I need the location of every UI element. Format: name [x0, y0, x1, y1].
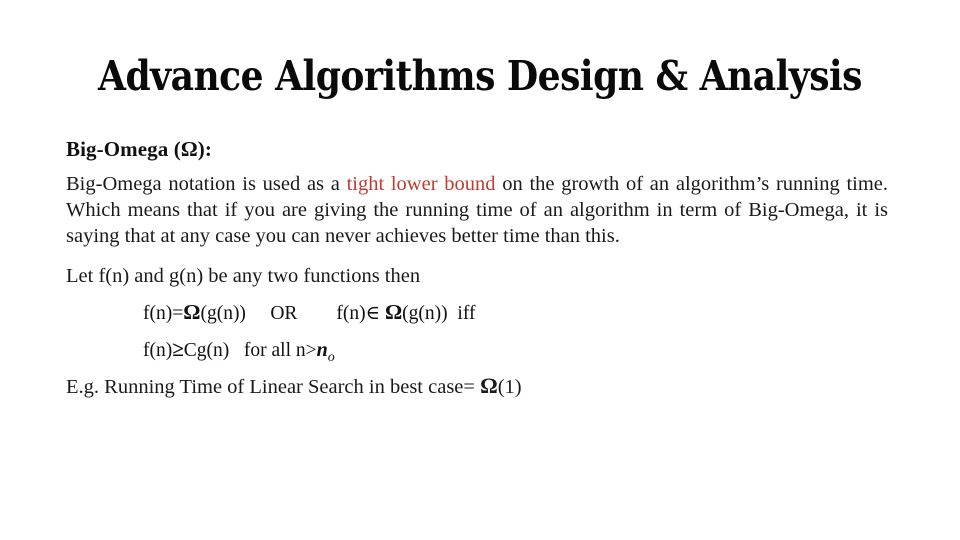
- functions-lead-line: Let f(n) and g(n) be any two functions t…: [66, 265, 421, 287]
- omega-symbol: Ω: [183, 300, 201, 324]
- formula2-mid: Cg(n): [183, 340, 230, 361]
- formula1-spacer-2: [297, 303, 336, 324]
- omega-symbol: Ω: [480, 373, 498, 398]
- formula2-condition: for all n>: [243, 340, 317, 361]
- slide-body: Big-Omega (Ω): Big-Omega notation is use…: [66, 136, 890, 400]
- slide-title: Advance Algorithms Design & Analysis: [98, 52, 862, 100]
- definition-paragraph: Big-Omega notation is used as a tight lo…: [66, 171, 888, 249]
- formula2-lhs: f(n): [143, 340, 173, 361]
- formula1-spacer-1: [246, 303, 270, 324]
- formula1-arg2: (g(n)): [402, 303, 448, 324]
- formula1-spacer-3: [448, 303, 458, 324]
- formula1-arg1: (g(n)): [200, 303, 246, 324]
- formula-inequality-line: f(n)≥Cg(n) for all n>no: [66, 336, 890, 364]
- formula2-spacer: [229, 340, 244, 361]
- formula2-variable-n: n: [316, 339, 328, 361]
- formula1-rhs: f(n)∈: [336, 303, 385, 324]
- formula1-lhs: f(n)=: [143, 303, 184, 324]
- example-argument: (1): [497, 376, 522, 398]
- formula1-connector-or: OR: [270, 303, 298, 324]
- example-text: E.g. Running Time of Linear Search in be…: [66, 376, 481, 398]
- highlighted-phrase-tight-lower-bound: tight lower bound: [346, 173, 496, 195]
- omega-symbol: Ω: [384, 300, 403, 324]
- formula1-suffix-iff: iff: [457, 303, 476, 324]
- section-heading-big-omega: Big-Omega (Ω):: [66, 137, 212, 161]
- formula2-subscript-o: o: [327, 349, 335, 365]
- paragraph-text-part1: Big-Omega notation is used as a: [66, 173, 347, 195]
- greater-equal-symbol: ≥: [172, 337, 184, 361]
- example-line: E.g. Running Time of Linear Search in be…: [66, 373, 890, 400]
- formula-equivalence-line: f(n)=Ω(g(n)) OR f(n)∈ Ω(g(n)) iff: [66, 299, 890, 327]
- slide-canvas: Advance Algorithms Design & Analysis Big…: [0, 0, 960, 540]
